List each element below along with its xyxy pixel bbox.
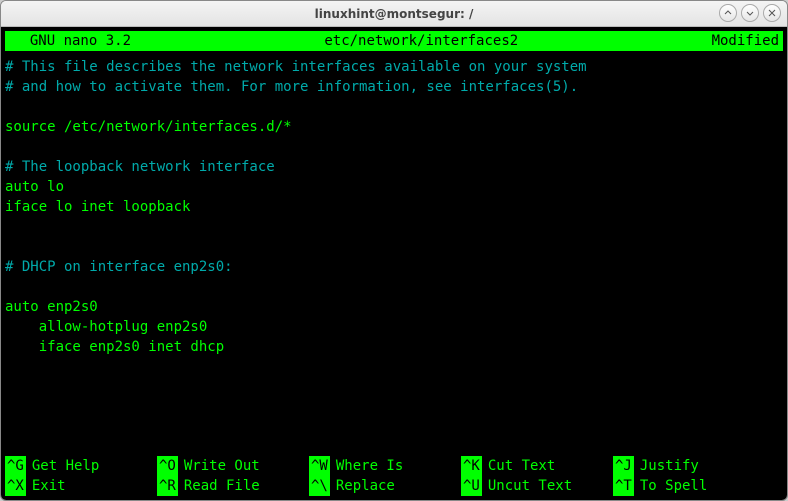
shortcut-item[interactable]: ^WWhere Is bbox=[309, 456, 461, 476]
maximize-button[interactable] bbox=[741, 4, 759, 22]
shortcut-item[interactable]: ^\Replace bbox=[309, 476, 461, 496]
shortcut-label: To Spell bbox=[634, 476, 707, 496]
shortcut-item[interactable]: ^UUncut Text bbox=[461, 476, 613, 496]
shortcut-key: ^J bbox=[613, 456, 634, 476]
nano-version: GNU nano 3.2 bbox=[5, 31, 131, 51]
nano-status: Modified bbox=[712, 31, 783, 51]
shortcut-label: Justify bbox=[634, 456, 699, 476]
shortcut-key: ^U bbox=[461, 476, 482, 496]
editor-line bbox=[5, 137, 783, 157]
editor-line: # The loopback network interface bbox=[5, 157, 783, 177]
shortcut-row-2: ^XExit^RRead File^\Replace^UUncut Text^T… bbox=[5, 476, 783, 496]
shortcut-item[interactable]: ^GGet Help bbox=[5, 456, 157, 476]
editor-line: allow-hotplug enp2s0 bbox=[5, 317, 783, 337]
shortcut-label: Get Help bbox=[26, 456, 99, 476]
editor-line: source /etc/network/interfaces.d/* bbox=[5, 117, 783, 137]
shortcut-key: ^X bbox=[5, 476, 26, 496]
editor-line bbox=[5, 277, 783, 297]
shortcut-label: Write Out bbox=[178, 456, 260, 476]
shortcut-label: Replace bbox=[330, 476, 395, 496]
shortcut-label: Exit bbox=[26, 476, 66, 496]
shortcut-key: ^K bbox=[461, 456, 482, 476]
shortcut-bar: ^GGet Help^OWrite Out^WWhere Is^KCut Tex… bbox=[5, 456, 783, 496]
editor-line: # and how to activate them. For more inf… bbox=[5, 77, 783, 97]
terminal-window: linuxhint@montsegur: / GNU nano 3.2 etc/… bbox=[0, 0, 788, 501]
shortcut-item[interactable]: ^KCut Text bbox=[461, 456, 613, 476]
editor-line bbox=[5, 97, 783, 117]
shortcut-key: ^O bbox=[157, 456, 178, 476]
editor-line: auto enp2s0 bbox=[5, 297, 783, 317]
minimize-button[interactable] bbox=[719, 4, 737, 22]
editor-line: # DHCP on interface enp2s0: bbox=[5, 257, 783, 277]
shortcut-label: Read File bbox=[178, 476, 260, 496]
shortcut-key: ^T bbox=[613, 476, 634, 496]
nano-header: GNU nano 3.2 etc/network/interfaces2 Mod… bbox=[5, 31, 783, 51]
editor-content[interactable]: # This file describes the network interf… bbox=[5, 51, 783, 456]
editor-line: auto lo bbox=[5, 177, 783, 197]
titlebar: linuxhint@montsegur: / bbox=[1, 1, 787, 27]
shortcut-item[interactable]: ^RRead File bbox=[157, 476, 309, 496]
close-button[interactable] bbox=[763, 4, 781, 22]
shortcut-item[interactable]: ^TTo Spell bbox=[613, 476, 765, 496]
shortcut-key: ^\ bbox=[309, 476, 330, 496]
shortcut-item[interactable]: ^XExit bbox=[5, 476, 157, 496]
window-controls bbox=[719, 4, 781, 22]
editor-line bbox=[5, 217, 783, 237]
editor-line: iface enp2s0 inet dhcp bbox=[5, 337, 783, 357]
shortcut-key: ^W bbox=[309, 456, 330, 476]
editor-line: iface lo inet loopback bbox=[5, 197, 783, 217]
editor-line: # This file describes the network interf… bbox=[5, 57, 783, 77]
nano-filename: etc/network/interfaces2 bbox=[131, 31, 712, 51]
shortcut-label: Cut Text bbox=[482, 456, 555, 476]
editor-line bbox=[5, 237, 783, 257]
shortcut-key: ^R bbox=[157, 476, 178, 496]
terminal-viewport[interactable]: GNU nano 3.2 etc/network/interfaces2 Mod… bbox=[1, 27, 787, 500]
shortcut-key: ^G bbox=[5, 456, 26, 476]
shortcut-row-1: ^GGet Help^OWrite Out^WWhere Is^KCut Tex… bbox=[5, 456, 783, 476]
shortcut-label: Uncut Text bbox=[482, 476, 572, 496]
window-title: linuxhint@montsegur: / bbox=[315, 7, 474, 21]
shortcut-item[interactable]: ^JJustify bbox=[613, 456, 765, 476]
shortcut-label: Where Is bbox=[330, 456, 403, 476]
shortcut-item[interactable]: ^OWrite Out bbox=[157, 456, 309, 476]
